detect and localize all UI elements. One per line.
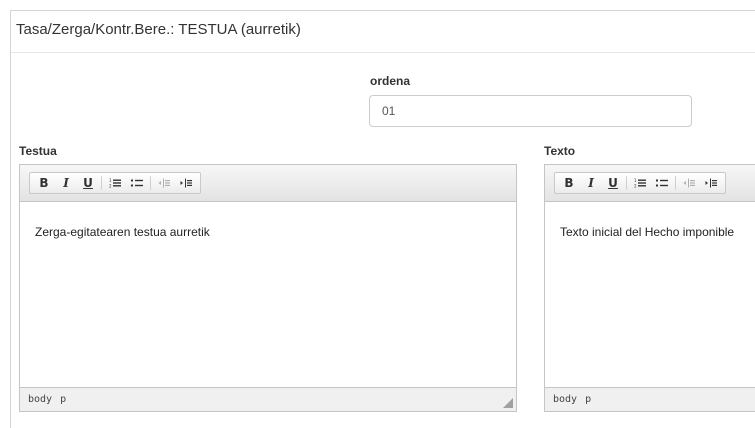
path-body[interactable]: body	[28, 394, 52, 405]
texto-label: Texto	[544, 144, 576, 158]
svg-text:2: 2	[109, 184, 112, 189]
svg-text:2: 2	[634, 184, 637, 189]
toolbar-separator	[101, 176, 102, 190]
unordered-list-icon[interactable]	[651, 173, 673, 193]
indent-icon[interactable]	[175, 173, 197, 193]
dialog: Tasa/Zerga/Kontr.Bere.: TESTUA (aurretik…	[10, 10, 755, 428]
outdent-icon[interactable]	[678, 173, 700, 193]
toolbar-separator	[675, 176, 676, 190]
editor-statusbar: body p	[20, 387, 516, 411]
ordena-input[interactable]	[369, 95, 692, 127]
outdent-icon[interactable]	[153, 173, 175, 193]
resize-handle-icon[interactable]	[503, 398, 513, 408]
italic-button[interactable]: I	[580, 173, 602, 193]
path-body[interactable]: body	[553, 394, 577, 405]
svg-text:1: 1	[109, 178, 112, 183]
indent-icon[interactable]	[700, 173, 722, 193]
path-p[interactable]: p	[60, 394, 66, 405]
toolbar-separator	[150, 176, 151, 190]
dialog-title: Tasa/Zerga/Kontr.Bere.: TESTUA (aurretik…	[16, 21, 301, 38]
ordered-list-icon[interactable]: 12	[629, 173, 651, 193]
editor-statusbar: body p	[545, 387, 755, 411]
ordena-label: ordena	[370, 74, 411, 88]
italic-button[interactable]: I	[55, 173, 77, 193]
editor-toolbar: B I U 12	[20, 165, 516, 202]
toolbar-button-group: B I U 12	[554, 172, 726, 194]
texto-editor: B I U 12 Texto inicial del Hecho imponib…	[544, 164, 755, 412]
svg-text:1: 1	[634, 178, 637, 183]
underline-button[interactable]: U	[602, 173, 624, 193]
editor-toolbar: B I U 12	[545, 165, 755, 202]
dialog-header: Tasa/Zerga/Kontr.Bere.: TESTUA (aurretik…	[11, 11, 755, 53]
toolbar-separator	[626, 176, 627, 190]
underline-button[interactable]: U	[77, 173, 99, 193]
path-p[interactable]: p	[585, 394, 591, 405]
bold-button[interactable]: B	[33, 173, 55, 193]
bold-button[interactable]: B	[558, 173, 580, 193]
unordered-list-icon[interactable]	[126, 173, 148, 193]
ordered-list-icon[interactable]: 12	[104, 173, 126, 193]
texto-content[interactable]: Texto inicial del Hecho imponible	[545, 202, 755, 387]
testua-content[interactable]: Zerga-egitatearen testua aurretik	[20, 202, 516, 387]
testua-editor: B I U 12 Zerga-egitatearen testua aurret…	[19, 164, 517, 412]
testua-label: Testua	[19, 144, 57, 158]
toolbar-button-group: B I U 12	[29, 172, 201, 194]
